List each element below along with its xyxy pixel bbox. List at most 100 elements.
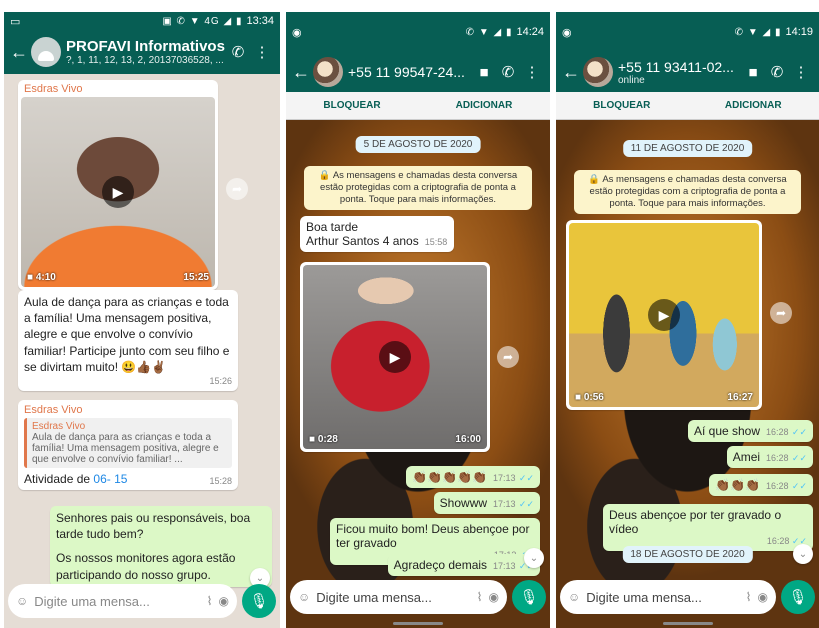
camera-icon[interactable]: ◉ bbox=[758, 590, 768, 604]
chat-title-area[interactable]: +55 11 99547-24... bbox=[348, 64, 472, 80]
input-bar: ☺ Digite uma mensa... ⌇ ◉ 🎙 bbox=[560, 580, 815, 614]
message-input[interactable]: ☺ Digite uma mensa... ⌇ ◉ bbox=[8, 584, 237, 618]
video-duration: ■ 0:56 bbox=[575, 392, 604, 403]
chat-area[interactable]: Esdras Vivo ▶ ■ 4:10 15:25 ➦ Aula de dan… bbox=[4, 74, 280, 628]
phone-icon[interactable]: ✆ bbox=[765, 63, 789, 81]
chat-title-area[interactable]: PROFAVI Informativos ?, 1, 11, 12, 13, 2… bbox=[66, 38, 226, 66]
attach-icon[interactable]: ⌇ bbox=[477, 590, 483, 604]
forward-icon[interactable]: ➦ bbox=[770, 302, 792, 324]
microphone-icon[interactable]: 🎙 bbox=[242, 584, 276, 618]
video-thumbnail[interactable]: ▶ ■ 0:28 16:00 bbox=[303, 265, 487, 449]
status-bar: ◉ ✆ ▼ ◢ ▮ 14:24 bbox=[286, 12, 550, 52]
message-text: Showww bbox=[439, 496, 488, 510]
microphone-icon[interactable]: 🎙 bbox=[512, 580, 546, 614]
status-bar: ▭ ▣ ✆ ▼ 4G ◢ ▮ 13:34 bbox=[4, 12, 280, 30]
block-button[interactable]: BLOQUEAR bbox=[556, 92, 688, 119]
message-time: 16:00 bbox=[455, 434, 481, 445]
phone-screen-2: ◉ ✆ ▼ ◢ ▮ 14:24 ← +55 11 99547-24... ■ ✆… bbox=[286, 12, 550, 628]
message-time: 15:58 bbox=[424, 237, 448, 247]
outgoing-message: 👏🏾👏🏾👏🏾 16:28 ✓✓ bbox=[709, 474, 813, 496]
read-receipt-icon: ✓✓ bbox=[518, 499, 534, 509]
outgoing-message: Agradeço demais 17:13 ✓✓ bbox=[387, 554, 540, 576]
emoji-icon[interactable]: ☺ bbox=[568, 590, 580, 604]
video-thumbnail[interactable]: ▶ ■ 0:56 16:27 bbox=[569, 223, 759, 407]
chat-header: ← PROFAVI Informativos ?, 1, 11, 12, 13,… bbox=[4, 30, 280, 74]
sender-name: Esdras Vivo bbox=[24, 83, 83, 95]
emoji-icon[interactable]: ☺ bbox=[16, 594, 28, 608]
play-icon[interactable]: ▶ bbox=[379, 341, 411, 373]
message-time: 17:13 bbox=[493, 499, 516, 509]
message-time: 15:28 bbox=[209, 476, 232, 486]
more-vert-icon[interactable]: ⋮ bbox=[250, 43, 274, 61]
video-thumbnail[interactable]: ▶ ■ 4:10 15:25 bbox=[21, 97, 215, 287]
date-divider: 11 DE AGOSTO DE 2020 bbox=[622, 140, 753, 157]
scroll-down-icon[interactable]: ⌄ bbox=[524, 548, 544, 568]
message-time: 16:28 bbox=[766, 427, 789, 437]
status-bar: ◉ ✆ ▼ ◢ ▮ 14:19 bbox=[556, 12, 819, 52]
reply-text: Atividade de bbox=[24, 472, 94, 486]
message-input[interactable]: ☺ Digite uma mensa... ⌇ ◉ bbox=[290, 580, 507, 614]
attach-icon[interactable]: ⌇ bbox=[746, 590, 752, 604]
quoted-message[interactable]: Esdras Vivo Aula de dança para as crianç… bbox=[24, 418, 232, 468]
phone-screen-1: ▭ ▣ ✆ ▼ 4G ◢ ▮ 13:34 ← PROFAVI Informati… bbox=[4, 12, 280, 628]
attach-icon[interactable]: ⌇ bbox=[207, 594, 213, 608]
encryption-notice[interactable]: 🔒 As mensagens e chamadas desta conversa… bbox=[304, 166, 532, 210]
message-time: 15:26 bbox=[209, 375, 232, 386]
play-icon[interactable]: ▶ bbox=[648, 299, 680, 331]
phone-screen-3: ◉ ✆ ▼ ◢ ▮ 14:19 ← +55 11 93411-02... onl… bbox=[556, 12, 819, 628]
forward-icon[interactable]: ➦ bbox=[226, 178, 248, 200]
quoted-sender: Esdras Vivo bbox=[32, 421, 86, 432]
input-bar: ☺ Digite uma mensa... ⌇ ◉ 🎙 bbox=[8, 584, 276, 618]
reply-link[interactable]: 06- 15 bbox=[93, 472, 127, 486]
reply-message: Esdras Vivo Esdras Vivo Aula de dança pa… bbox=[18, 400, 238, 490]
microphone-icon[interactable]: 🎙 bbox=[781, 580, 815, 614]
message-time: 15:25 bbox=[183, 272, 209, 283]
chat-subtitle: ?, 1, 11, 12, 13, 2, 20137036528, ... bbox=[66, 55, 224, 66]
add-contact-button[interactable]: ADICIONAR bbox=[688, 92, 819, 119]
laptop-icon: ▭ bbox=[10, 15, 21, 28]
text-message: Aula de dança para as crianças e toda a … bbox=[18, 290, 238, 392]
video-message: Esdras Vivo ▶ ■ 4:10 15:25 bbox=[18, 80, 218, 290]
status-icons: ✆ ▼ ◢ ▮ bbox=[734, 26, 782, 38]
chat-title-area[interactable]: +55 11 93411-02... online bbox=[618, 59, 741, 86]
date-divider: 5 DE AGOSTO DE 2020 bbox=[355, 136, 481, 153]
videocam-icon[interactable]: ■ bbox=[741, 64, 765, 81]
quoted-text: Aula de dança para as crianças e toda a … bbox=[32, 432, 219, 465]
incoming-message: Boa tarde Arthur Santos 4 anos 15:58 bbox=[300, 216, 454, 252]
encryption-notice[interactable]: 🔒 As mensagens e chamadas desta conversa… bbox=[574, 170, 801, 214]
add-call-icon[interactable]: ✆ bbox=[226, 43, 250, 61]
forward-icon[interactable]: ➦ bbox=[497, 346, 519, 368]
chat-area[interactable]: 11 DE AGOSTO DE 2020 🔒 As mensagens e ch… bbox=[556, 120, 819, 628]
unknown-contact-actions: BLOQUEAR ADICIONAR bbox=[286, 92, 550, 120]
contact-avatar[interactable] bbox=[583, 57, 613, 87]
more-vert-icon[interactable]: ⋮ bbox=[520, 63, 544, 81]
chat-title: +55 11 99547-24... bbox=[348, 64, 465, 80]
back-arrow-icon[interactable]: ← bbox=[292, 62, 310, 83]
add-contact-button[interactable]: ADICIONAR bbox=[418, 92, 550, 119]
back-arrow-icon[interactable]: ← bbox=[562, 62, 580, 83]
status-time: 14:24 bbox=[516, 26, 544, 38]
video-message: ▶ ■ 0:28 16:00 bbox=[300, 262, 490, 452]
back-arrow-icon[interactable]: ← bbox=[10, 42, 28, 63]
input-bar: ☺ Digite uma mensa... ⌇ ◉ 🎙 bbox=[290, 580, 546, 614]
gesture-bar[interactable] bbox=[662, 622, 713, 625]
outgoing-message: Showww 17:13 ✓✓ bbox=[433, 492, 540, 514]
group-avatar[interactable] bbox=[31, 37, 61, 67]
play-icon[interactable]: ▶ bbox=[102, 176, 134, 208]
camera-icon[interactable]: ◉ bbox=[219, 594, 229, 608]
contact-avatar[interactable] bbox=[313, 57, 343, 87]
block-button[interactable]: BLOQUEAR bbox=[286, 92, 418, 119]
chat-header: ← +55 11 93411-02... online ■ ✆ ⋮ bbox=[556, 52, 819, 92]
camera-icon[interactable]: ◉ bbox=[489, 590, 499, 604]
chat-area[interactable]: 5 DE AGOSTO DE 2020 🔒 As mensagens e cha… bbox=[286, 120, 550, 628]
phone-icon[interactable]: ✆ bbox=[496, 63, 520, 81]
message-time: 16:27 bbox=[727, 392, 753, 403]
videocam-icon[interactable]: ■ bbox=[472, 64, 496, 81]
scroll-down-icon[interactable]: ⌄ bbox=[793, 544, 813, 564]
more-vert-icon[interactable]: ⋮ bbox=[789, 63, 813, 81]
status-time: 13:34 bbox=[246, 15, 274, 27]
status-time: 14:19 bbox=[785, 26, 813, 38]
gesture-bar[interactable] bbox=[393, 622, 443, 625]
message-input[interactable]: ☺ Digite uma mensa... ⌇ ◉ bbox=[560, 580, 776, 614]
emoji-icon[interactable]: ☺ bbox=[298, 590, 310, 604]
